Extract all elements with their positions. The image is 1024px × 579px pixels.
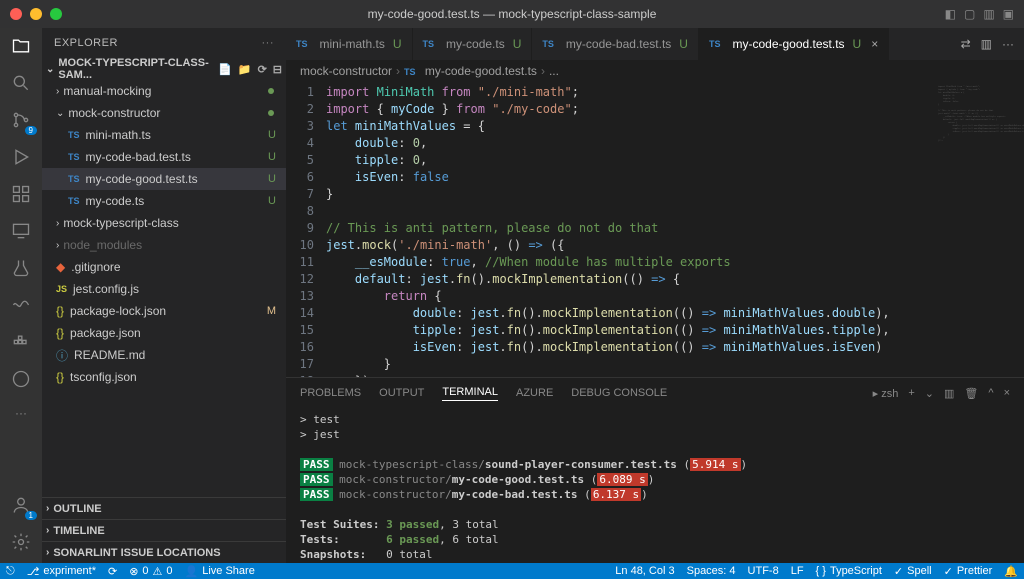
maximize-panel-icon[interactable]: ^ (988, 387, 993, 399)
folder-node_modules[interactable]: ›node_modules (42, 234, 286, 256)
bottom-panel: PROBLEMS OUTPUT TERMINAL AZURE DEBUG CONSOLE… (286, 377, 1024, 563)
status-bar: ⎋ ⎇ expriment* ⟳ ⊗ 0 ⚠ 0 👤 Live Share Ln… (0, 563, 1024, 579)
editor-tabs: TSmini-math.tsUTSmy-code.tsUTSmy-code-ba… (286, 28, 1024, 60)
remote-indicator[interactable]: ⎋ (6, 565, 15, 578)
more-icon[interactable]: ··· (15, 406, 27, 420)
sidebar-header: EXPLORER ··· (42, 28, 286, 58)
account-icon[interactable] (11, 495, 31, 518)
remote-explorer-icon[interactable] (11, 221, 31, 244)
tab-my-code-bad.test.ts[interactable]: TSmy-code-bad.test.tsU (532, 28, 699, 60)
tab-my-code.ts[interactable]: TSmy-code.tsU (413, 28, 533, 60)
sidebar-title: EXPLORER (54, 37, 118, 49)
activity-bar: ··· (0, 28, 42, 563)
panel-tab-azure[interactable]: AZURE (516, 387, 553, 399)
code-content[interactable]: import MiniMath from "./mini-math";impor… (326, 82, 934, 377)
line-gutter: 1234567891011121314151617181920 (286, 82, 326, 377)
maximize-window[interactable] (50, 8, 62, 20)
terminal-shell-label[interactable]: ▸ zsh (873, 387, 899, 400)
file-my-code-bad.test.ts[interactable]: TSmy-code-bad.test.tsU (42, 146, 286, 168)
file-my-code.ts[interactable]: TSmy-code.tsU (42, 190, 286, 212)
tab-my-code-good.test.ts[interactable]: TSmy-code-good.test.tsU× (699, 28, 889, 60)
project-name: MOCK-TYPESCRIPT-CLASS-SAM... (58, 57, 218, 81)
file-my-code-good.test.ts[interactable]: TSmy-code-good.test.tsU (42, 168, 286, 190)
section-timeline[interactable]: ›TIMELINE (42, 519, 286, 541)
git-branch[interactable]: ⎇ expriment* (27, 565, 96, 578)
breadcrumbs[interactable]: mock-constructor›TS my-code-good.test.ts… (286, 60, 1024, 82)
terminal-body[interactable]: > test> jest PASS mock-typescript-class/… (286, 408, 1024, 563)
close-panel-icon[interactable]: × (1004, 387, 1010, 399)
sonarlint-icon[interactable] (11, 295, 31, 318)
titlebar: my-code-good.test.ts — mock-typescript-c… (0, 0, 1024, 28)
section-outline[interactable]: ›OUTLINE (42, 497, 286, 519)
file-mini-math.ts[interactable]: TSmini-math.tsU (42, 124, 286, 146)
settings-gear-icon[interactable] (11, 532, 31, 555)
folder-mock-typescript-class[interactable]: ›mock-typescript-class (42, 212, 286, 234)
source-control-icon[interactable] (11, 110, 31, 133)
live-share[interactable]: 👤 Live Share (185, 565, 255, 578)
panel-tab-debug console[interactable]: DEBUG CONSOLE (571, 387, 667, 399)
file-.gitignore[interactable]: ◆.gitignore (42, 256, 286, 278)
indentation[interactable]: Spaces: 4 (687, 565, 736, 578)
kill-terminal-icon[interactable]: 🗑 (964, 387, 978, 400)
extensions-icon[interactable] (11, 184, 31, 207)
file-package-lock.json[interactable]: {}package-lock.jsonM (42, 300, 286, 322)
layout-icon[interactable]: ▢ (964, 7, 975, 21)
eol[interactable]: LF (791, 565, 804, 578)
testing-icon[interactable] (11, 258, 31, 281)
new-terminal-icon[interactable]: + (908, 387, 914, 399)
more-actions-icon[interactable]: ··· (1002, 37, 1014, 51)
toggle-panel-icon[interactable]: ◧ (945, 7, 956, 21)
sync-icon[interactable]: ⟳ (108, 565, 117, 578)
prettier-status[interactable]: ✓ Prettier (944, 565, 993, 578)
sidebar: EXPLORER ··· ⌄ MOCK-TYPESCRIPT-CLASS-SAM… (42, 28, 286, 563)
refresh-icon[interactable]: ⟳ (258, 63, 267, 76)
new-file-icon[interactable]: 📄 (218, 63, 232, 76)
editor-area: TSmini-math.tsUTSmy-code.tsUTSmy-code-ba… (286, 28, 1024, 563)
language-mode[interactable]: { } TypeScript (816, 565, 882, 578)
split-editor-icon[interactable]: ▥ (981, 37, 992, 51)
project-section-header[interactable]: ⌄ MOCK-TYPESCRIPT-CLASS-SAM... 📄 📁 ⟳ ⊟ (42, 58, 286, 80)
collapse-icon[interactable]: ⊟ (273, 63, 282, 76)
github-icon[interactable] (11, 369, 31, 392)
file-tree: ›manual-mocking⌄mock-constructorTSmini-m… (42, 80, 286, 497)
folder-mock-constructor[interactable]: ⌄mock-constructor (42, 102, 286, 124)
window-title: my-code-good.test.ts — mock-typescript-c… (368, 7, 657, 21)
encoding[interactable]: UTF-8 (748, 565, 779, 578)
panel-tab-terminal[interactable]: TERMINAL (442, 386, 498, 401)
file-tsconfig.json[interactable]: {}tsconfig.json (42, 366, 286, 388)
panel-tab-output[interactable]: OUTPUT (379, 387, 424, 399)
spell-check[interactable]: ✓ Spell (894, 565, 932, 578)
terminal-dropdown-icon[interactable]: ⌄ (925, 387, 934, 400)
layout-icon-3[interactable]: ▣ (1003, 7, 1014, 21)
run-debug-icon[interactable] (11, 147, 31, 170)
folder-manual-mocking[interactable]: ›manual-mocking (42, 80, 286, 102)
file-package.json[interactable]: {}package.json (42, 322, 286, 344)
close-window[interactable] (10, 8, 22, 20)
split-terminal-icon[interactable]: ▥ (944, 387, 954, 400)
window-controls (10, 8, 62, 20)
minimize-window[interactable] (30, 8, 42, 20)
titlebar-actions: ◧ ▢ ▥ ▣ (945, 7, 1014, 21)
problems-status[interactable]: ⊗ 0 ⚠ 0 (129, 565, 172, 578)
layout-icon-2[interactable]: ▥ (983, 7, 994, 21)
file-jest.config.js[interactable]: JSjest.config.js (42, 278, 286, 300)
section-sonarlint-issue-locations[interactable]: ›SONARLINT ISSUE LOCATIONS (42, 541, 286, 563)
new-folder-icon[interactable]: 📁 (238, 63, 252, 76)
search-icon[interactable] (11, 73, 31, 96)
panel-tab-problems[interactable]: PROBLEMS (300, 387, 361, 399)
explorer-icon[interactable] (11, 36, 31, 59)
compare-changes-icon[interactable]: ⇄ (961, 37, 971, 51)
docker-icon[interactable] (11, 332, 31, 355)
notifications-icon[interactable]: 🔔 (1004, 565, 1018, 578)
cursor-position[interactable]: Ln 48, Col 3 (615, 565, 674, 578)
editor-body[interactable]: 1234567891011121314151617181920 import M… (286, 82, 1024, 377)
file-README.md[interactable]: ⓘREADME.md (42, 344, 286, 366)
sidebar-more-icon[interactable]: ··· (262, 37, 275, 49)
minimap[interactable]: import MiniMath from "./mini-math"; impo… (934, 82, 1024, 377)
tab-mini-math.ts[interactable]: TSmini-math.tsU (286, 28, 413, 60)
panel-tabs: PROBLEMS OUTPUT TERMINAL AZURE DEBUG CONSOLE… (286, 378, 1024, 408)
